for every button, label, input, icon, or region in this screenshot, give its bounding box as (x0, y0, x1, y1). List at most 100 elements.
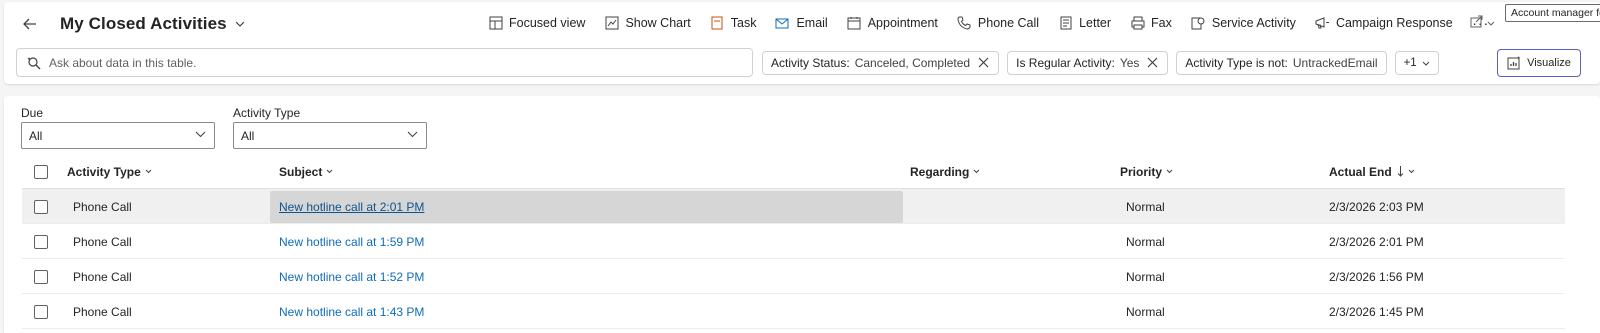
select-all-cell (34, 154, 48, 189)
command-bar: Focused view Show Chart Task Email Appoi… (488, 12, 1490, 34)
command-card: My Closed Activities Focused view Show C… (4, 2, 1600, 84)
filter-chip-activity-status[interactable]: Activity Status: Canceled, Completed (762, 51, 1000, 75)
table-row[interactable]: Phone Call New hotline call at 1:43 PM N… (22, 294, 1565, 329)
focused-view-label: Focused view (509, 16, 586, 30)
select-all-checkbox[interactable] (34, 164, 48, 179)
search-input[interactable] (49, 55, 709, 70)
chevron-down-icon (235, 21, 245, 27)
activity-type-cell: Phone Call (73, 269, 132, 284)
column-header-label: Activity Type (67, 164, 141, 179)
column-header-activity-type[interactable]: Activity Type (67, 154, 152, 189)
subject-cell: New hotline call at 1:59 PM (279, 224, 424, 259)
column-header-actual-end[interactable]: Actual End (1329, 154, 1415, 189)
sort-descending-icon (1397, 166, 1404, 177)
sparkle-search-icon (27, 56, 41, 70)
column-header-subject[interactable]: Subject (279, 154, 333, 189)
column-header-label: Priority (1120, 164, 1163, 179)
subject-link[interactable]: New hotline call at 1:59 PM (279, 235, 424, 249)
fax-label: Fax (1151, 16, 1172, 30)
subject-link[interactable]: New hotline call at 1:52 PM (279, 270, 424, 284)
appointment-label: Appointment (867, 16, 938, 30)
row-checkbox[interactable] (34, 234, 48, 249)
service-activity-label: Service Activity (1211, 16, 1296, 30)
new-campaign-response-button[interactable]: Campaign Response (1315, 12, 1453, 34)
chevron-down-icon (195, 131, 206, 138)
new-service-activity-button[interactable]: Service Activity (1191, 12, 1296, 34)
chevron-down-icon (1487, 21, 1495, 26)
filter-chip-activity-type[interactable]: Activity Type is not: UntrackedEmail (1176, 51, 1387, 75)
priority-cell: Normal (1126, 199, 1165, 214)
filter-chips: Activity Status: Canceled, Completed Is … (762, 51, 1447, 75)
filter-chip-value: Canceled, Completed (854, 56, 971, 70)
new-phone-call-button[interactable]: Phone Call (957, 12, 1039, 34)
task-label: Task (730, 16, 757, 30)
focused-view-button[interactable]: Focused view (488, 12, 585, 34)
letter-label: Letter (1079, 16, 1112, 30)
due-filter-value: All (29, 128, 43, 143)
subject-cell: New hotline call at 2:01 PM (279, 189, 424, 224)
activities-grid: Activity Type Subject Regarding Priority… (22, 154, 1565, 329)
service-activity-icon (1191, 16, 1206, 31)
row-checkbox[interactable] (34, 304, 48, 319)
column-header-priority[interactable]: Priority (1120, 154, 1173, 189)
fax-icon (1130, 16, 1145, 31)
copilot-search-box[interactable] (16, 48, 753, 77)
more-filters-label: +1 (1403, 57, 1417, 69)
chevron-down-icon (145, 169, 152, 174)
grid-header-row: Activity Type Subject Regarding Priority… (22, 154, 1565, 189)
row-checkbox[interactable] (34, 269, 48, 284)
share-button[interactable] (1470, 12, 1495, 34)
column-header-label: Subject (279, 164, 323, 179)
chevron-down-icon (1422, 61, 1430, 66)
filter-chip-regular-activity[interactable]: Is Regular Activity: Yes (1007, 51, 1169, 75)
campaign-response-icon (1315, 16, 1330, 31)
filter-chip-value: UntrackedEmail (1292, 56, 1378, 70)
new-email-button[interactable]: Email (775, 12, 828, 34)
row-checkbox[interactable] (34, 199, 48, 214)
new-letter-button[interactable]: Letter (1058, 12, 1111, 34)
new-fax-button[interactable]: Fax (1130, 12, 1172, 34)
campaign-response-label: Campaign Response (1335, 16, 1453, 30)
subject-link[interactable]: New hotline call at 1:43 PM (279, 305, 424, 319)
phone-call-label: Phone Call (977, 16, 1040, 30)
show-chart-label: Show Chart (625, 16, 691, 30)
grid-card: Due All Activity Type All Activity Type … (4, 96, 1600, 333)
share-icon (1470, 14, 1484, 33)
chart-icon (604, 16, 619, 31)
subject-cell: New hotline call at 1:52 PM (279, 259, 424, 294)
letter-icon (1058, 16, 1073, 31)
filter-chip-label: Is Regular Activity: (1016, 56, 1115, 70)
actual-end-cell: 2/3/2026 2:01 PM (1329, 234, 1424, 249)
filter-chip-label: Activity Status: (771, 56, 850, 70)
subject-link[interactable]: New hotline call at 2:01 PM (279, 200, 424, 214)
due-filter-select[interactable]: All (21, 122, 215, 149)
back-arrow-icon[interactable] (20, 14, 40, 34)
chevron-down-icon (326, 169, 333, 174)
new-appointment-button[interactable]: Appointment (847, 12, 938, 34)
table-row[interactable]: Phone Call New hotline call at 1:59 PM N… (22, 224, 1565, 259)
more-filters-button[interactable]: +1 (1394, 51, 1439, 75)
show-chart-button[interactable]: Show Chart (604, 12, 691, 34)
activity-type-filter-value: All (241, 128, 255, 143)
view-selector[interactable]: My Closed Activities (60, 14, 245, 34)
close-icon[interactable] (1147, 57, 1159, 69)
row-checkbox-cell (34, 224, 48, 259)
actual-end-cell: 2/3/2026 2:03 PM (1329, 199, 1424, 214)
table-row[interactable]: Phone Call New hotline call at 1:52 PM N… (22, 259, 1565, 294)
activity-type-filter-select[interactable]: All (233, 122, 427, 149)
chevron-down-icon (973, 169, 980, 174)
column-header-label: Regarding (910, 164, 970, 179)
column-header-regarding[interactable]: Regarding (910, 154, 980, 189)
table-row[interactable]: Phone Call New hotline call at 2:01 PM N… (22, 189, 1565, 224)
activity-type-cell: Phone Call (73, 234, 132, 249)
subject-cell: New hotline call at 1:43 PM (279, 294, 424, 329)
activity-type-filter-label: Activity Type (233, 106, 301, 120)
actual-end-cell: 2/3/2026 1:45 PM (1329, 304, 1424, 319)
due-filter-label: Due (21, 106, 44, 120)
close-icon[interactable] (978, 57, 990, 69)
priority-cell: Normal (1126, 234, 1165, 249)
chevron-down-icon (407, 131, 418, 138)
task-icon (710, 16, 725, 31)
visualize-button[interactable]: Visualize (1497, 49, 1581, 77)
new-task-button[interactable]: Task (710, 12, 757, 34)
